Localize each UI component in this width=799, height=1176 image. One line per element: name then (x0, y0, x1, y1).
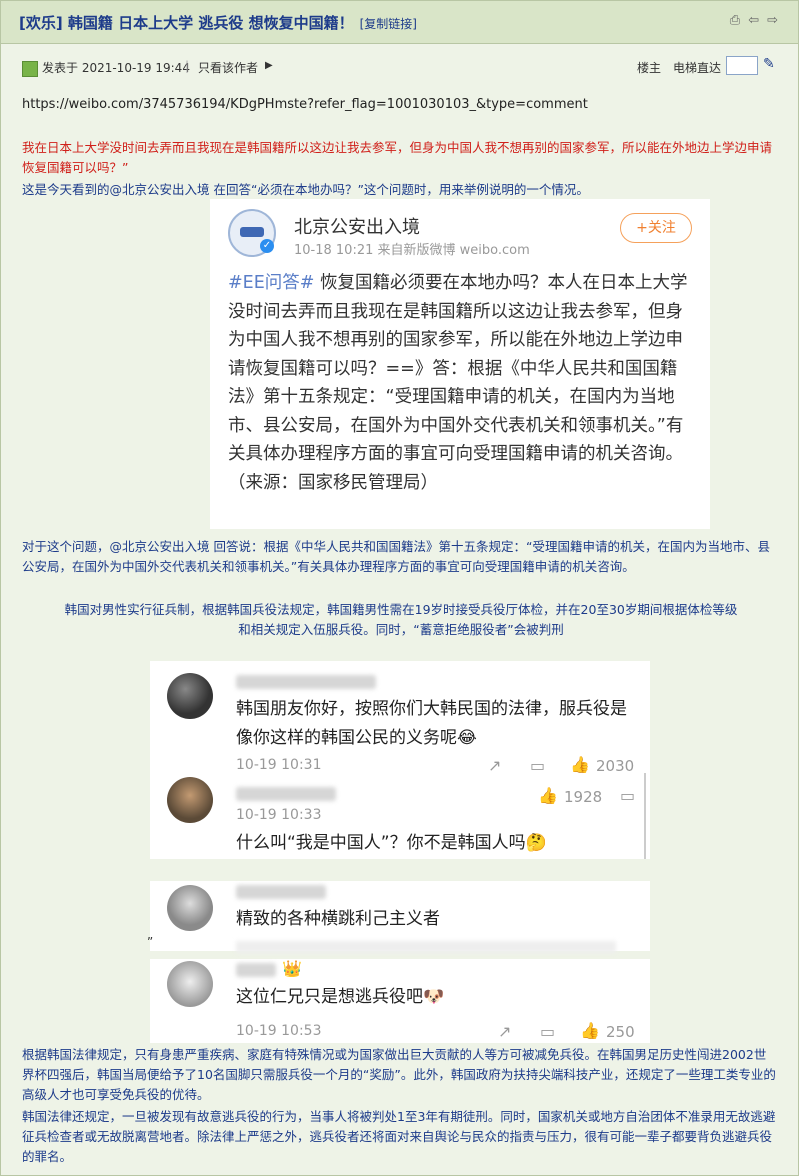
commenter-avatar (167, 673, 213, 719)
follow-button: +关注 (620, 213, 692, 243)
military-text: 韩国对男性实行征兵制，根据韩国兵役法规定，韩国籍男性需在19岁时接受兵役厅体检，… (64, 602, 738, 637)
commenter-avatar (167, 777, 213, 823)
share-icon: ↗ (488, 756, 502, 775)
blurred-username (236, 787, 336, 801)
comment-time: 10-19 10:33 (236, 807, 322, 823)
thread-title-bar: [欢乐] 韩国籍 日本上大学 逃兵役 想恢复中国籍！ [复制链接] ⎙ ⇦ ⇨ (1, 1, 798, 44)
blurred-username (236, 885, 326, 899)
blurred-username (236, 675, 376, 689)
weibo-post-meta: 10-18 10:21 来自新版微博 weibo.com (294, 243, 530, 258)
comment-icon: ▭ (620, 786, 636, 805)
like-count: 2030 (596, 757, 635, 775)
answer-text: 对于这个问题，@北京公安出入境 回答说：根据《中华人民共和国国籍法》第十五条规定… (22, 539, 770, 574)
post-meta-bar: 发表于 2021-10-19 19:44 | 只看该作者 ▶ 楼主 电梯直达 ✎ (1, 53, 798, 81)
commenter-avatar (167, 961, 213, 1007)
verified-badge-icon: ✓ (260, 239, 274, 253)
floor-jump-input[interactable] (726, 56, 758, 75)
commenter-avatar (167, 885, 213, 931)
print-icon[interactable]: ⎙ (730, 13, 740, 28)
law-text-2: 韩国法律还规定，一旦被发现有故意逃兵役的行为，当事人将被判处1至3年有期徒刑。同… (22, 1109, 776, 1164)
law-text-1: 根据韩国法律规定，只有身患严重疾病、家庭有特殊情况或为国家做出巨大贡献的人等方可… (22, 1047, 776, 1102)
thread-title: [欢乐] 韩国籍 日本上大学 逃兵役 想恢复中国籍！ [复制链接] (19, 14, 417, 32)
weibo-post-body: #EE问答# 恢复国籍必须要在本地办吗？本人在日本上大学没时间去弄而且我现在是韩… (228, 273, 688, 493)
comment-text: 什么叫“我是中国人”？你不是韩国人吗🤔 (236, 833, 547, 853)
like-icon: 👍 (570, 755, 590, 774)
hashtag: #EE问答# (228, 273, 315, 293)
red-quote: 我在日本上大学没时间去弄而且我现在是韩国籍所以这边让我去参军，但身为中国人我不想… (22, 140, 773, 175)
like-count: 1928 (564, 788, 603, 806)
comment-screenshot-1: 韩国朋友你好，按照你们大韩民国的法律，服兵役是像你这样的韩国公民的义务呢😂 10… (150, 661, 650, 859)
comment-time: 10-19 10:31 (236, 757, 322, 773)
divider-line (644, 773, 646, 859)
author-only-link[interactable]: 只看该作者 (198, 59, 258, 76)
comment-text: 韩国朋友你好，按照你们大韩民国的法律，服兵役是像你这样的韩国公民的义务呢😂 (236, 699, 627, 748)
comment-text: 这位仁兄只是想逃兵役吧🐶 (236, 987, 445, 1007)
comment-icon: ▭ (540, 1022, 556, 1041)
comment-text: 精致的各种横跳利己主义者 (236, 909, 440, 929)
source-url[interactable]: https://weibo.com/3745736194/KDgPHmste?r… (22, 97, 588, 112)
blurred-reply (236, 941, 616, 953)
like-icon: 👍 (580, 1021, 600, 1040)
intro-text: 这是今天看到的@北京公安出入境 在回答“必须在本地办吗？”这个问题时，用来举例说… (22, 182, 589, 197)
comment-time: 10-19 10:53 (236, 1023, 322, 1039)
next-arrow-icon[interactable]: ⇨ (767, 13, 778, 28)
floor-label: 楼主 (637, 61, 662, 75)
like-count: 250 (606, 1023, 635, 1041)
comment-screenshot-2: 精致的各种横跳利己主义者 (150, 881, 650, 953)
go-pencil-icon[interactable]: ✎ (763, 56, 775, 72)
quote-mark: ” (147, 935, 154, 949)
prev-arrow-icon[interactable]: ⇦ (748, 13, 759, 28)
weibo-account-name: 北京公安出入境 (294, 217, 420, 238)
weibo-screenshot: ✓ 北京公安出入境 10-18 10:21 来自新版微博 weibo.com +… (210, 199, 710, 529)
like-icon: 👍 (538, 786, 558, 805)
elevator-label: 电梯直达 (673, 61, 722, 75)
comment-screenshot-3: 👑 这位仁兄只是想逃兵役吧🐶 10-19 10:53 ↗ ▭ 👍 250 (150, 959, 650, 1043)
post-frame: [欢乐] 韩国籍 日本上大学 逃兵役 想恢复中国籍！ [复制链接] ⎙ ⇦ ⇨ 发… (0, 0, 799, 1176)
share-icon: ↗ (498, 1022, 512, 1041)
divider: | (185, 59, 190, 73)
comment-icon: ▭ (530, 756, 546, 775)
copy-link[interactable]: [复制链接] (360, 17, 417, 31)
post-time: 发表于 2021-10-19 19:44 (42, 61, 190, 75)
online-status-icon (22, 61, 38, 77)
title-tools: ⎙ ⇦ ⇨ (730, 13, 778, 28)
blurred-username (236, 963, 276, 977)
triangle-right-icon: ▶ (265, 60, 273, 71)
crown-badge-icon: 👑 (282, 959, 302, 978)
